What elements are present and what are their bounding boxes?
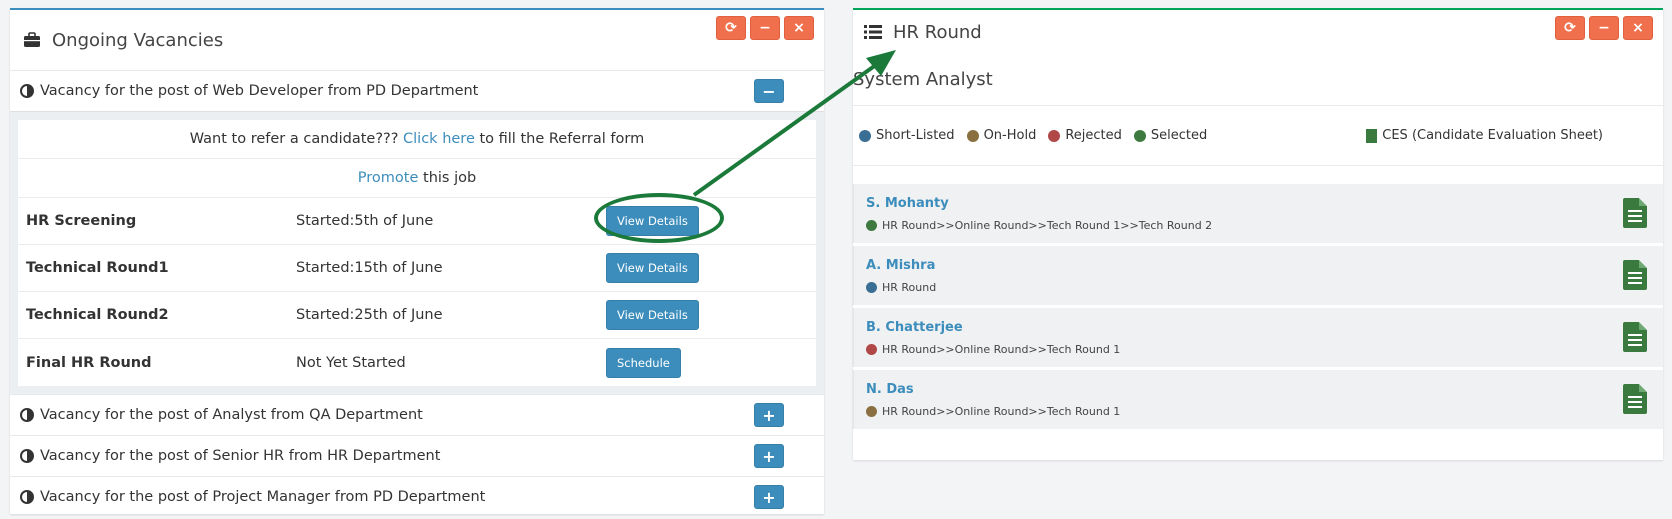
half-circle-icon: [20, 408, 34, 422]
close-button[interactable]: ×: [784, 16, 814, 40]
ces-label: CES (Candidate Evaluation Sheet): [1382, 128, 1603, 143]
half-circle-icon: [20, 84, 34, 98]
panel-tools: ⟳ − ×: [1555, 16, 1653, 40]
stage-name: HR Screening: [26, 213, 137, 229]
legend-dot: [966, 129, 979, 142]
legend-dot: [1048, 129, 1061, 142]
legend-label: Short-Listed: [876, 128, 955, 143]
candidate-list: S. Mohanty HR Round>>Online Round>>Tech …: [853, 184, 1663, 429]
schedule-button[interactable]: Schedule: [606, 347, 681, 378]
status-dot: [866, 282, 877, 293]
ces-document-icon[interactable]: [1623, 384, 1647, 414]
half-circle-icon: [20, 490, 34, 504]
stage-name: Final HR Round: [26, 354, 152, 371]
view-details-button[interactable]: View Details: [606, 253, 699, 283]
stage-status: Started:25th of June: [296, 307, 443, 323]
status-dot: [866, 406, 877, 417]
panel-header: Ongoing Vacancies: [10, 10, 824, 70]
candidate-item[interactable]: N. Das HR Round>>Online Round>>Tech Roun…: [853, 370, 1663, 429]
expand-button[interactable]: +: [754, 485, 784, 509]
referral-link[interactable]: Click here: [403, 131, 475, 147]
promote-row: Promote this job: [18, 159, 816, 198]
panel-title: HR Round: [893, 21, 982, 43]
stage-row: Technical Round2 Started:25th of June Vi…: [18, 292, 816, 339]
view-details-button[interactable]: View Details: [606, 300, 699, 330]
refresh-button[interactable]: ⟳: [1555, 16, 1585, 40]
candidate-path: HR Round>>Online Round>>Tech Round 1: [882, 405, 1121, 418]
ces-document-icon[interactable]: [1623, 260, 1647, 290]
list-icon: [863, 22, 883, 42]
ces-document-icon[interactable]: [1623, 322, 1647, 352]
expand-button[interactable]: +: [754, 403, 784, 427]
expand-button[interactable]: +: [754, 444, 784, 468]
legend-dot: [1133, 129, 1146, 142]
close-button[interactable]: ×: [1623, 16, 1653, 40]
candidate-path: HR Round>>Online Round>>Tech Round 1>>Te…: [882, 219, 1213, 232]
candidate-name[interactable]: S. Mohanty: [866, 196, 1663, 211]
panel-header: HR Round: [853, 10, 1663, 54]
stage-status: Not Yet Started: [296, 354, 406, 371]
half-circle-icon: [20, 449, 34, 463]
candidate-path: HR Round>>Online Round>>Tech Round 1: [882, 343, 1121, 356]
stage-row: Final HR Round Not Yet Started Schedule: [18, 339, 816, 386]
promote-link[interactable]: Promote: [358, 170, 419, 186]
vacancy-row[interactable]: Vacancy for the post of Analyst from QA …: [10, 394, 824, 435]
candidate-name[interactable]: A. Mishra: [866, 258, 1663, 273]
vacancy-label: Vacancy for the post of Analyst from QA …: [40, 407, 423, 423]
ces-legend: CES (Candidate Evaluation Sheet): [1366, 128, 1603, 143]
legend-item: On-Hold: [966, 128, 1037, 143]
briefcase-icon: [22, 30, 42, 50]
vacancy-label: Vacancy for the post of Web Developer fr…: [40, 83, 479, 99]
referral-suffix: to fill the Referral form: [474, 131, 645, 147]
candidate-item[interactable]: S. Mohanty HR Round>>Online Round>>Tech …: [853, 184, 1663, 243]
legend-label: Rejected: [1065, 128, 1122, 143]
referral-text: Want to refer a candidate???: [189, 131, 404, 147]
vacancy-row[interactable]: Vacancy for the post of Senior HR from H…: [10, 435, 824, 476]
legend-dot: [859, 129, 871, 142]
stage-status: Started:5th of June: [296, 213, 434, 229]
candidate-progress: HR Round>>Online Round>>Tech Round 1: [866, 405, 1663, 418]
stage-name: Technical Round2: [26, 307, 169, 323]
candidate-path: HR Round: [882, 281, 937, 294]
stage-name: Technical Round1: [26, 260, 169, 276]
ongoing-vacancies-panel: Ongoing Vacancies ⟳ − × Vacancy for the …: [10, 8, 824, 514]
collapse-button[interactable]: −: [754, 79, 784, 103]
minimize-button[interactable]: −: [1589, 16, 1619, 40]
panel-title: Ongoing Vacancies: [52, 29, 224, 51]
position-title: System Analyst: [853, 54, 1663, 106]
highlight-ellipse: [594, 193, 724, 243]
promote-text: this job: [418, 170, 477, 186]
document-icon: [1366, 128, 1378, 143]
panel-tools: ⟳ − ×: [716, 16, 814, 40]
legend-item: Selected: [1133, 128, 1208, 143]
legend-item: Short-Listed: [859, 128, 955, 143]
candidate-item[interactable]: B. Chatterjee HR Round>>Online Round>>Te…: [853, 308, 1663, 367]
vacancy-row[interactable]: Vacancy for the post of Project Manager …: [10, 476, 824, 517]
minimize-button[interactable]: −: [750, 16, 780, 40]
legend-item: Rejected: [1048, 128, 1122, 143]
status-legend: Short-Listed On-Hold Rejected Selected C…: [853, 106, 1663, 166]
candidate-item[interactable]: A. Mishra HR Round: [853, 246, 1663, 305]
legend-label: Selected: [1150, 128, 1208, 143]
vacancy-details: Want to refer a candidate??? Click here …: [10, 111, 824, 394]
hr-round-panel: HR Round ⟳ − × System Analyst Short-List…: [853, 8, 1663, 460]
vacancy-row[interactable]: Vacancy for the post of Web Developer fr…: [10, 70, 824, 111]
candidate-progress: HR Round>>Online Round>>Tech Round 1: [866, 343, 1663, 356]
ces-document-icon[interactable]: [1623, 198, 1647, 228]
candidate-name[interactable]: N. Das: [866, 382, 1663, 397]
stage-status: Started:15th of June: [296, 260, 443, 276]
referral-row: Want to refer a candidate??? Click here …: [18, 120, 816, 159]
legend-label: On-Hold: [983, 128, 1037, 143]
candidate-progress: HR Round>>Online Round>>Tech Round 1>>Te…: [866, 219, 1663, 232]
stage-row: Technical Round1 Started:15th of June Vi…: [18, 245, 816, 292]
candidate-progress: HR Round: [866, 281, 1663, 294]
candidate-name[interactable]: B. Chatterjee: [866, 320, 1663, 335]
vacancy-label: Vacancy for the post of Senior HR from H…: [40, 448, 441, 464]
status-dot: [866, 344, 877, 355]
status-dot: [866, 220, 877, 231]
vacancy-label: Vacancy for the post of Project Manager …: [40, 489, 486, 505]
refresh-button[interactable]: ⟳: [716, 16, 746, 40]
